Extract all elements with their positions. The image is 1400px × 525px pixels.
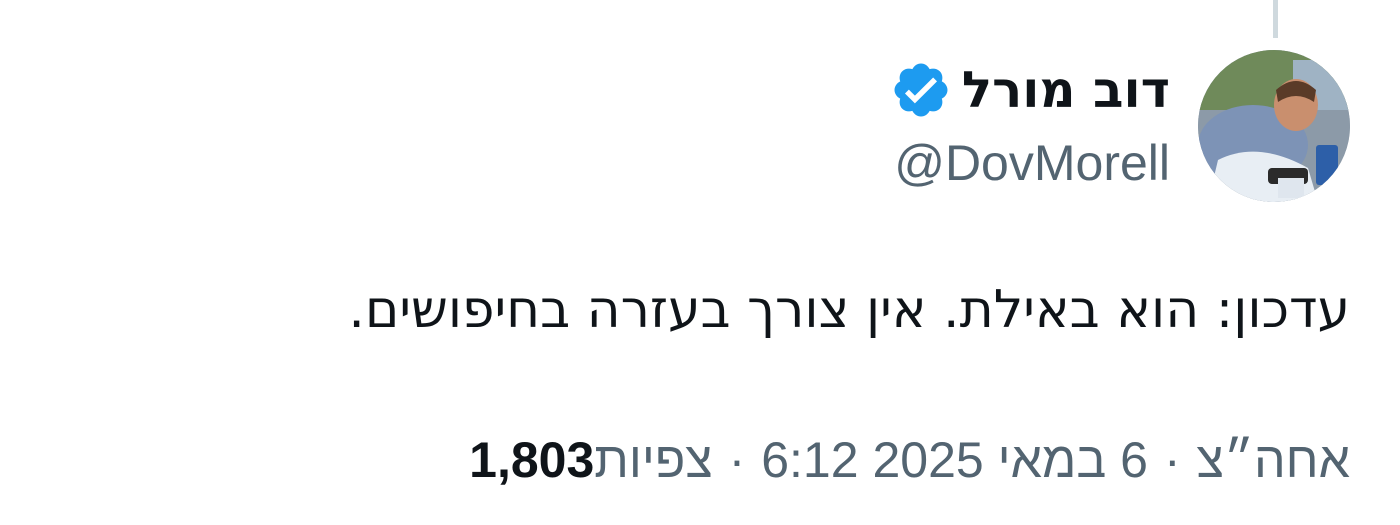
- avatar[interactable]: [1198, 50, 1350, 202]
- meta-separator: ·: [1163, 432, 1181, 488]
- tweet-clock[interactable]: 6:12: [761, 425, 858, 495]
- profile-photo-icon: [1198, 50, 1350, 202]
- views-count: 1,803: [469, 432, 595, 488]
- tweet-card: דוב מורל @DovMorell עדכון: הוא באילת. אי…: [0, 0, 1400, 525]
- tweet-meta: אחה״צ · 6 במאי 2025 6:12 · צפיות 1,803: [455, 425, 1350, 495]
- display-name[interactable]: דוב מורל: [962, 52, 1170, 128]
- name-row: דוב מורל: [890, 52, 1170, 128]
- tweet-date[interactable]: 6 במאי 2025: [872, 425, 1147, 495]
- meta-separator: ·: [728, 432, 746, 488]
- views-label: צפיות: [594, 432, 713, 488]
- user-info: דוב מורל @DovMorell: [890, 52, 1170, 198]
- tweet-time-of-day[interactable]: אחה״צ: [1197, 425, 1350, 495]
- user-handle[interactable]: @DovMorell: [894, 128, 1170, 198]
- thread-connector-line: [1273, 0, 1278, 38]
- tweet-text: עדכון: הוא באילת. אין צורך בעזרה בחיפושי…: [348, 280, 1350, 340]
- verified-badge-icon[interactable]: [890, 59, 952, 121]
